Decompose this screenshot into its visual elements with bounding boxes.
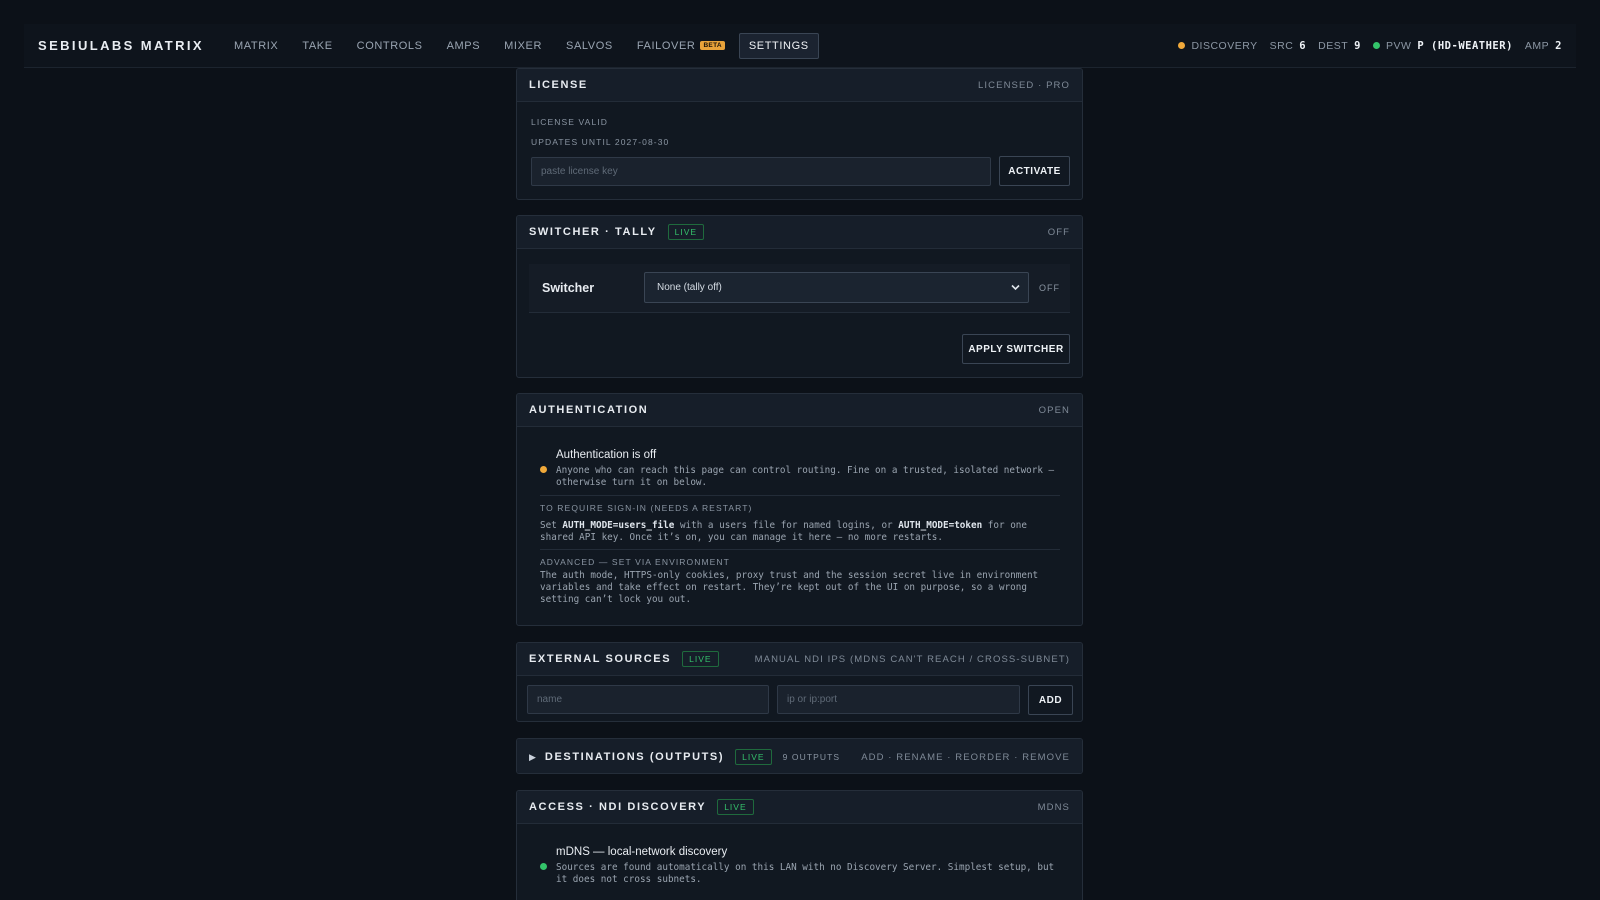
nav-label: TAKE	[302, 39, 333, 52]
license-status: LICENSED · PRO	[978, 79, 1070, 91]
source-ip-input[interactable]: ip or ip:port	[777, 685, 1020, 714]
expand-arrow-icon[interactable]: ▶	[529, 752, 536, 763]
authentication-title: AUTHENTICATION	[529, 404, 649, 416]
activate-button[interactable]: ACTIVATE	[999, 156, 1070, 186]
external-sources-note: MANUAL NDI IPS (MDNS CAN'T REACH / CROSS…	[754, 653, 1070, 665]
switcher-selected-value: None (tally off)	[657, 282, 722, 293]
nav-label: AMPS	[446, 39, 481, 52]
discovery-label: DISCOVERY	[1191, 39, 1258, 52]
license-valid-text: LICENSE VALID	[531, 117, 608, 127]
authentication-card: AUTHENTICATION OPEN Authentication is of…	[516, 393, 1083, 626]
switcher-row-status: OFF	[1039, 283, 1060, 293]
auth-notice-body: Anyone who can reach this page can contr…	[556, 465, 1055, 488]
dest-value: 9	[1354, 39, 1361, 52]
switcher-status: OFF	[1047, 226, 1070, 238]
pvw-status-dot-icon	[1372, 42, 1380, 49]
live-badge: LIVE	[717, 799, 754, 815]
switcher-row-label: Switcher	[542, 281, 595, 295]
external-sources-header: EXTERNAL SOURCES LIVE MANUAL NDI IPS (MD…	[517, 643, 1082, 676]
src-label: SRC	[1269, 39, 1294, 52]
nav-controls[interactable]: CONTROLS	[347, 33, 433, 59]
source-name-input[interactable]: name	[527, 685, 769, 714]
live-badge: LIVE	[667, 224, 705, 240]
ndi-discovery-mode: MDNS	[1037, 801, 1070, 813]
switcher-title: SWITCHER · TALLY	[529, 226, 657, 238]
auth-mode-users-file-code: AUTH_MODE=users_file	[562, 520, 675, 531]
destinations-card[interactable]: ▶ DESTINATIONS (OUTPUTS) LIVE 9 OUTPUTS …	[516, 738, 1083, 774]
mdns-option-title[interactable]: mDNS — local-network discovery	[556, 846, 727, 858]
auth-mode-token-code: AUTH_MODE=token	[898, 520, 983, 531]
settings-column: LICENSE LICENSED · PRO LICENSE VALID UPD…	[516, 0, 1083, 900]
switcher-row: Switcher None (tally off) OFF	[529, 264, 1070, 313]
amp-label: AMP	[1524, 39, 1550, 52]
switcher-card: SWITCHER · TALLY LIVE OFF Switcher None …	[516, 215, 1083, 378]
auth-warning-dot-icon	[540, 466, 547, 473]
nav-matrix[interactable]: MATRIX	[224, 33, 288, 59]
external-sources-card: EXTERNAL SOURCES LIVE MANUAL NDI IPS (MD…	[516, 642, 1083, 722]
advanced-body: The auth mode, HTTPS-only cookies, proxy…	[540, 570, 1039, 605]
pvw-status: PVW P (HD-WEATHER)	[1372, 39, 1513, 52]
dest-label: DEST	[1318, 39, 1349, 52]
app-title: SEBIULABS MATRIX	[38, 38, 204, 53]
ndi-discovery-title: ACCESS · NDI DISCOVERY	[529, 801, 707, 813]
live-badge: LIVE	[682, 651, 719, 667]
external-sources-title: EXTERNAL SOURCES	[529, 653, 672, 665]
authentication-header: AUTHENTICATION OPEN	[517, 394, 1082, 427]
advanced-heading: ADVANCED — SET VIA ENVIRONMENT	[540, 557, 730, 567]
license-updates-text: UPDATES UNTIL 2027-08-30	[531, 137, 670, 147]
discovery-status: DISCOVERY	[1178, 40, 1257, 52]
src-value: 6	[1299, 39, 1307, 52]
pvw-label: PVW	[1385, 39, 1412, 52]
dest-count: DEST 9	[1318, 40, 1361, 52]
chevron-down-icon	[1011, 284, 1020, 291]
apply-switcher-button[interactable]: APPLY SWITCHER	[962, 334, 1070, 364]
nav-amps[interactable]: AMPS	[437, 33, 491, 59]
switcher-select[interactable]: None (tally off)	[644, 272, 1029, 303]
destinations-actions: ADD · RENAME · REORDER · REMOVE	[861, 751, 1070, 763]
destinations-header[interactable]: ▶ DESTINATIONS (OUTPUTS) LIVE 9 OUTPUTS …	[517, 739, 1082, 773]
license-header: LICENSE LICENSED · PRO	[517, 69, 1082, 102]
mdns-active-dot-icon	[540, 863, 547, 870]
require-text: with a users file for named logins, or	[674, 520, 899, 531]
license-card: LICENSE LICENSED · PRO LICENSE VALID UPD…	[516, 68, 1083, 200]
require-text: Set	[540, 520, 563, 531]
discovery-status-dot-icon	[1178, 42, 1186, 49]
pvw-value: P (HD-WEATHER)	[1417, 39, 1513, 52]
destinations-title: DESTINATIONS (OUTPUTS)	[544, 751, 725, 763]
status-bar: DISCOVERY SRC 6 DEST 9 PVW P (HD-WEATHER) A…	[1178, 40, 1562, 52]
require-signin-heading: TO REQUIRE SIGN-IN (NEEDS A RESTART)	[540, 503, 753, 513]
add-source-button[interactable]: ADD	[1028, 685, 1073, 715]
license-title: LICENSE	[529, 79, 588, 91]
license-key-input[interactable]: paste license key	[531, 157, 991, 186]
src-count: SRC 6	[1270, 40, 1307, 52]
switcher-header: SWITCHER · TALLY LIVE OFF	[517, 216, 1082, 249]
auth-notice-title: Authentication is off	[556, 449, 657, 461]
ndi-discovery-card: ACCESS · NDI DISCOVERY LIVE MDNS mDNS — …	[516, 790, 1083, 900]
ndi-discovery-header: ACCESS · NDI DISCOVERY LIVE MDNS	[517, 791, 1082, 824]
divider	[540, 495, 1060, 496]
live-badge: LIVE	[735, 749, 772, 765]
outputs-count: 9 OUTPUTS	[782, 752, 841, 762]
nav-label: MATRIX	[234, 39, 279, 52]
authentication-status: OPEN	[1038, 404, 1070, 416]
nav-label: CONTROLS	[356, 39, 423, 52]
amp-value: 2	[1555, 39, 1562, 52]
nav-take[interactable]: TAKE	[292, 33, 342, 59]
divider	[540, 549, 1060, 550]
require-signin-body: Set AUTH_MODE=users_file with a users fi…	[540, 520, 1060, 544]
mdns-option-body: Sources are found automatically on this …	[556, 862, 1055, 885]
amp-count: AMP 2	[1525, 40, 1562, 52]
